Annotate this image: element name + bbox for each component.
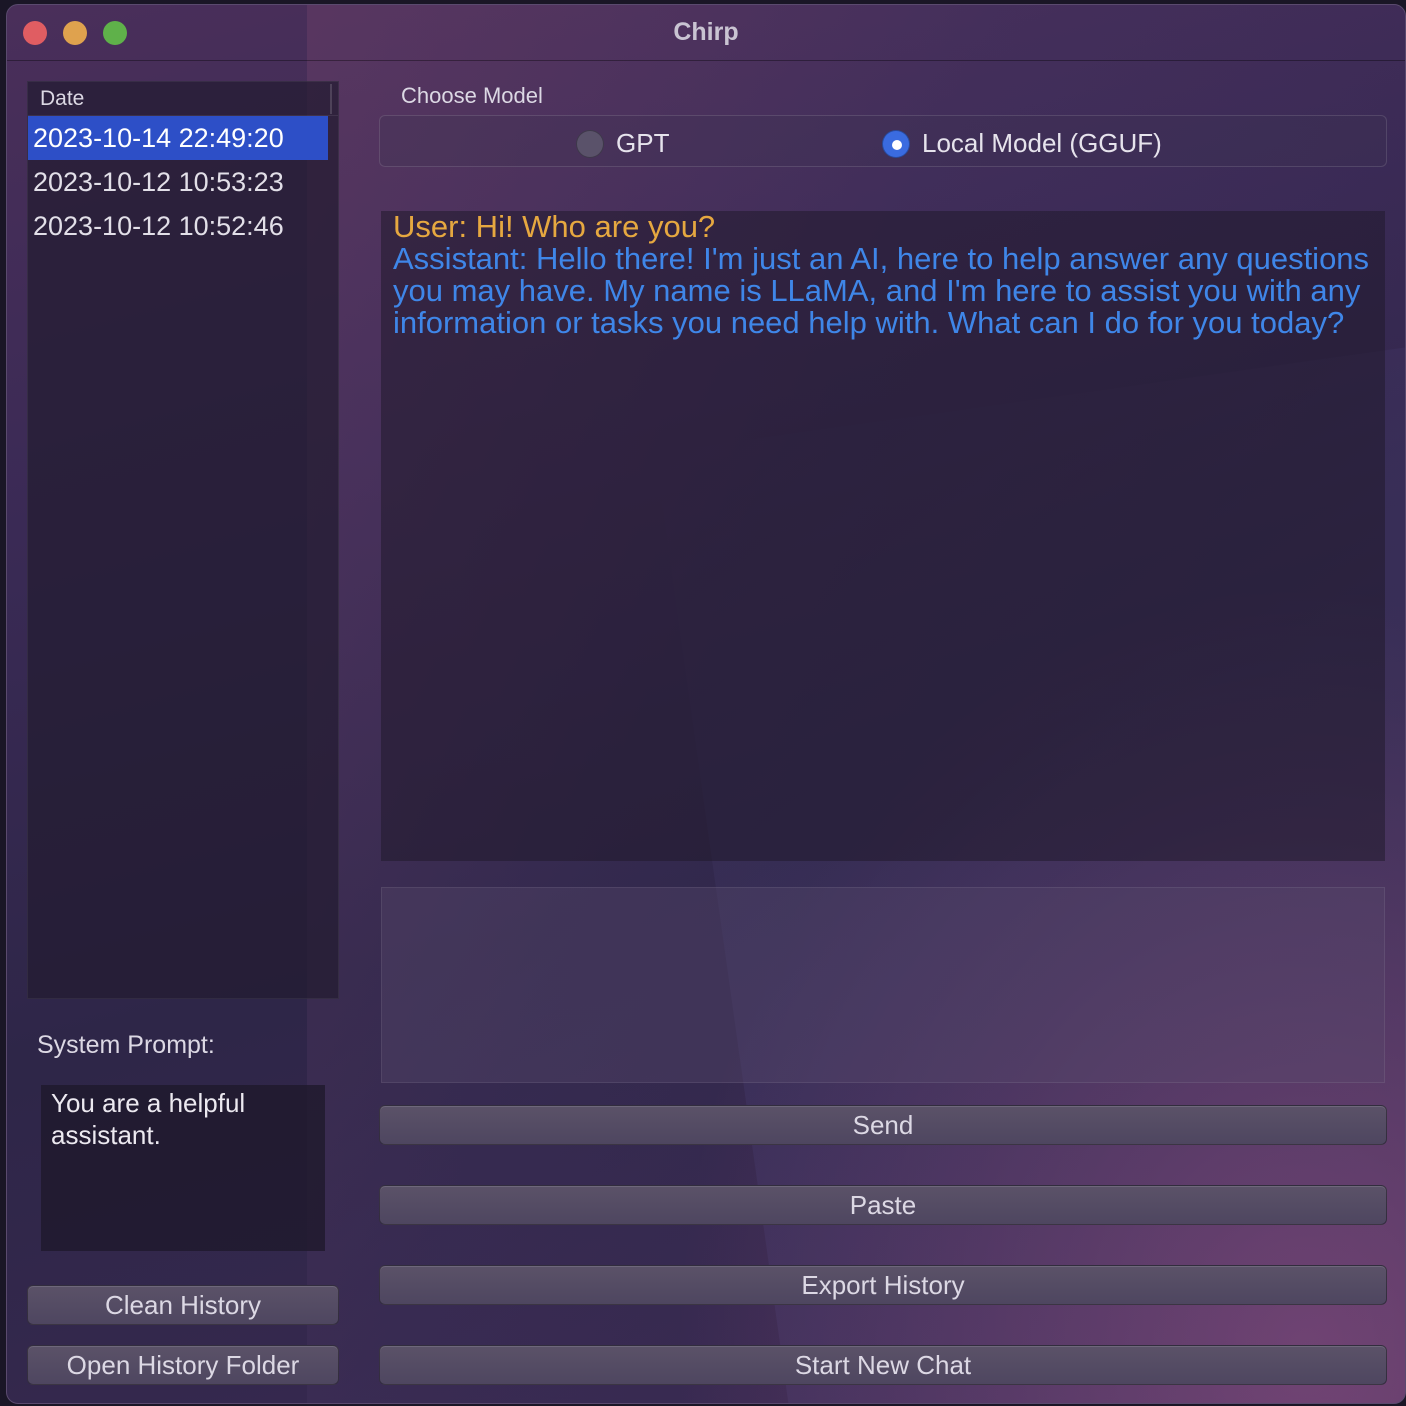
model-option-local[interactable]: Local Model (GGUF) (882, 128, 1162, 159)
history-row-label: 2023-10-12 10:52:46 (33, 210, 284, 241)
gpt-radio-label[interactable]: GPT (616, 128, 669, 159)
send-button[interactable]: Send (379, 1105, 1387, 1145)
history-row[interactable]: 2023-10-12 10:52:46 (28, 204, 328, 248)
history-column-header[interactable]: Date (28, 82, 338, 116)
history-row-label: 2023-10-12 10:53:23 (33, 166, 284, 197)
history-row[interactable]: 2023-10-12 10:53:23 (28, 160, 328, 204)
clean-history-button[interactable]: Clean History (27, 1285, 339, 1325)
export-history-button[interactable]: Export History (379, 1265, 1387, 1305)
window-title: Chirp (673, 18, 739, 46)
system-prompt-field[interactable]: You are a helpful assistant. (41, 1085, 325, 1251)
open-history-folder-button[interactable]: Open History Folder (27, 1345, 339, 1385)
history-column-header-label: Date (40, 87, 85, 110)
user-message: User: Hi! Who are you? (393, 209, 716, 244)
history-row[interactable]: 2023-10-14 22:49:20 (28, 116, 328, 160)
chat-transcript[interactable]: User: Hi! Who are you? Assistant: Hello … (381, 211, 1385, 861)
history-list[interactable]: Date 2023-10-14 22:49:20 2023-10-12 10:5… (27, 81, 339, 999)
history-row-label: 2023-10-14 22:49:20 (33, 122, 284, 153)
model-option-gpt[interactable]: GPT (576, 128, 669, 159)
choose-model-label: Choose Model (401, 83, 543, 108)
gpt-radio-button[interactable] (576, 129, 604, 158)
model-chooser-group: GPT Local Model (GGUF) (379, 115, 1387, 167)
message-input[interactable] (381, 887, 1385, 1083)
title-bar[interactable]: Chirp (7, 5, 1405, 61)
paste-button[interactable]: Paste (379, 1185, 1387, 1225)
assistant-message: Assistant: Hello there! I'm just an AI, … (393, 241, 1370, 340)
column-resize-handle[interactable] (330, 84, 332, 114)
local-model-radio-label[interactable]: Local Model (GGUF) (922, 128, 1162, 159)
app-window: Chirp Date 2023-10-14 22:49:20 2023-10-1… (6, 4, 1406, 1404)
start-new-chat-button[interactable]: Start New Chat (379, 1345, 1387, 1385)
local-model-radio-button[interactable] (882, 129, 910, 158)
system-prompt-label: System Prompt: (37, 1031, 215, 1059)
